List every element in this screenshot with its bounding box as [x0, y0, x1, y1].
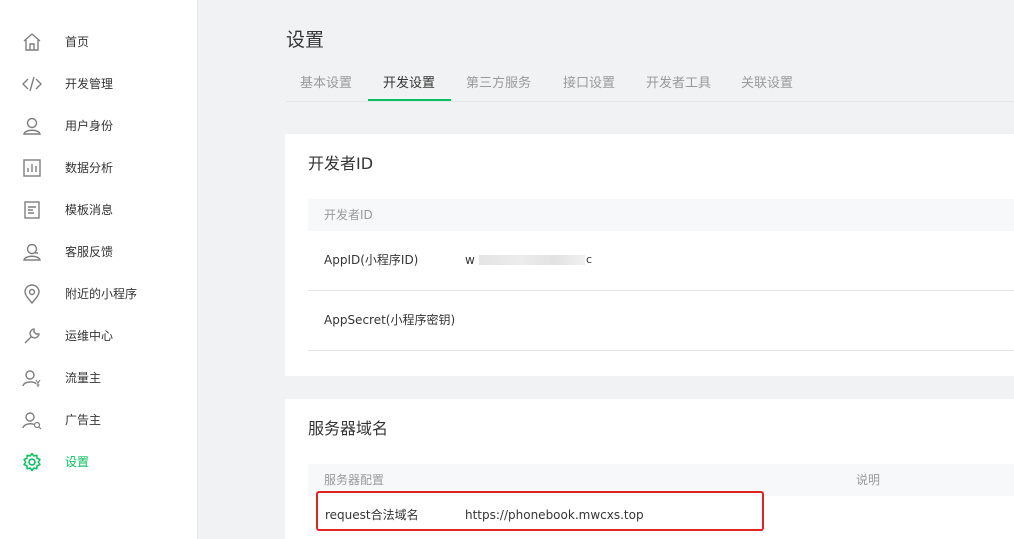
home-icon [22, 32, 42, 52]
tab-basic-settings[interactable]: 基本设置 [300, 75, 352, 93]
sidebar-item-settings[interactable]: 设置 [0, 441, 198, 483]
sidebar-item-label: 首页 [65, 35, 90, 49]
user-icon [22, 116, 42, 136]
sidebar-item-label: 数据分析 [65, 161, 114, 175]
tab-developer-tools[interactable]: 开发者工具 [646, 75, 711, 93]
server-domain-title: 服务器域名 [308, 419, 389, 438]
appsecret-row: AppSecret(小程序密钥) [308, 291, 1014, 351]
sidebar-item-traffic-owner[interactable]: 流量主 [0, 357, 198, 399]
sidebar-item-label: 开发管理 [65, 77, 114, 91]
appsecret-label: AppSecret(小程序密钥) [324, 313, 456, 327]
sidebar-item-label: 用户身份 [65, 119, 114, 133]
sidebar-item-label: 客服反馈 [65, 245, 114, 259]
tab-dev-settings[interactable]: 开发设置 [383, 75, 435, 93]
page-title: 设置 [286, 29, 325, 51]
sidebar-item-template-message[interactable]: 模板消息 [0, 189, 198, 231]
tab-linked-settings[interactable]: 关联设置 [741, 75, 793, 93]
sidebar-item-customer-feedback[interactable]: 客服反馈 [0, 231, 198, 273]
wrench-icon [22, 326, 42, 346]
appid-value-prefix: w [465, 253, 475, 267]
sidebar-item-user-identity[interactable]: 用户身份 [0, 105, 198, 147]
sidebar-item-label: 运维中心 [65, 329, 114, 343]
appid-row: AppID(小程序ID) w c [308, 231, 1014, 291]
location-pin-icon [22, 284, 42, 304]
highlight-annotation-box [316, 491, 764, 531]
sidebar-item-label: 流量主 [65, 371, 102, 385]
sidebar-item-ops-center[interactable]: 运维中心 [0, 315, 198, 357]
user-yen-icon [22, 368, 42, 388]
sidebar-item-label: 模板消息 [65, 203, 114, 217]
column-header-server-config: 服务器配置 [324, 473, 385, 487]
sidebar: 首页 开发管理 用户身份 数据分析 模板消息 客服反馈 附近的小程序 运维中心 … [0, 0, 198, 539]
sidebar-item-nearby-miniprogram[interactable]: 附近的小程序 [0, 273, 198, 315]
developer-id-table-header: 开发者ID [308, 199, 1014, 231]
customer-service-icon [22, 242, 42, 262]
sidebar-item-home[interactable]: 首页 [0, 21, 198, 63]
sidebar-item-label: 设置 [65, 455, 90, 469]
developer-id-title: 开发者ID [308, 154, 374, 173]
bar-chart-icon [22, 158, 42, 178]
appid-label: AppID(小程序ID) [324, 253, 419, 267]
column-header-developer-id: 开发者ID [324, 208, 373, 222]
sidebar-item-label: 附近的小程序 [65, 287, 138, 301]
user-search-icon [22, 410, 42, 430]
developer-id-card: 开发者ID 开发者ID AppID(小程序ID) w c AppSecret(小… [285, 134, 1014, 376]
gear-icon [22, 452, 42, 472]
sidebar-item-data-analysis[interactable]: 数据分析 [0, 147, 198, 189]
tab-third-party-service[interactable]: 第三方服务 [466, 75, 531, 93]
code-icon [22, 74, 42, 94]
settings-tabs: 基本设置 开发设置 第三方服务 接口设置 开发者工具 关联设置 [286, 70, 1014, 102]
active-tab-indicator [368, 99, 451, 101]
appid-masked-value [479, 255, 585, 265]
sidebar-item-advertiser[interactable]: 广告主 [0, 399, 198, 441]
appid-value-suffix: c [586, 253, 593, 266]
document-icon [22, 200, 42, 220]
column-header-description: 说明 [856, 473, 881, 487]
sidebar-item-label: 广告主 [65, 413, 102, 427]
sidebar-item-dev-management[interactable]: 开发管理 [0, 63, 198, 105]
tab-interface-settings[interactable]: 接口设置 [563, 75, 615, 93]
